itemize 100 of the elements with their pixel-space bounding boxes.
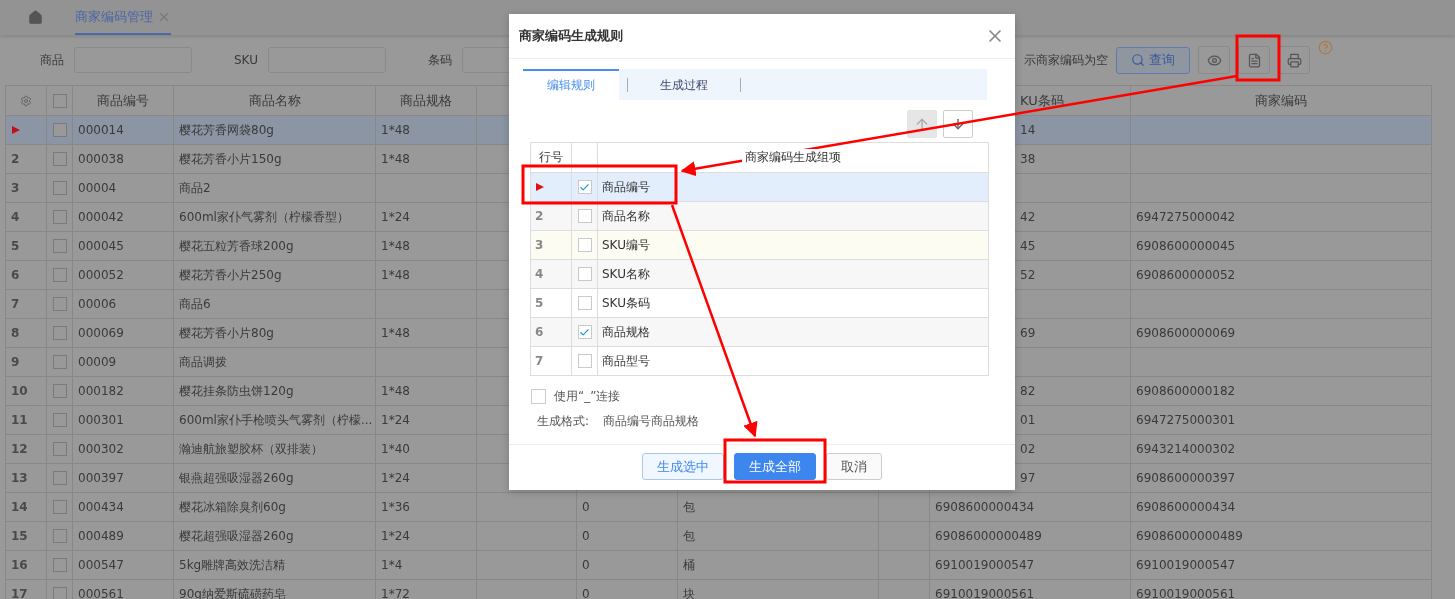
- checkbox[interactable]: [52, 587, 67, 599]
- table-cell: 000397: [78, 471, 124, 485]
- generate-all-button[interactable]: 生成全部: [734, 453, 816, 480]
- row-number: 5: [535, 296, 544, 310]
- table-row[interactable]: 14 000434 樱花冰箱除臭剂60g 1*36 0 包 6908600000434 6908600000434: [6, 493, 1432, 522]
- row-number: 15: [11, 529, 28, 543]
- query-button[interactable]: 查询: [1116, 46, 1190, 74]
- help-icon[interactable]: [1318, 40, 1333, 55]
- document-icon: [1246, 52, 1262, 68]
- row-number: 8: [11, 326, 20, 340]
- table-cell: 52: [1020, 268, 1036, 282]
- table-cell: 00004: [78, 181, 117, 195]
- checkbox[interactable]: [577, 296, 592, 310]
- document-button[interactable]: [1238, 46, 1270, 74]
- row-number: 5: [11, 239, 20, 253]
- checkbox[interactable]: [577, 180, 592, 194]
- row-number: 2: [535, 209, 544, 223]
- table-cell: 00006: [78, 297, 117, 311]
- table-cell: 69086000000489: [935, 529, 1042, 543]
- row-number: 2: [11, 152, 20, 166]
- preview-button[interactable]: [1198, 46, 1230, 74]
- rule-row[interactable]: 商品编号: [531, 173, 989, 202]
- row-number: 13: [11, 471, 28, 485]
- checkbox[interactable]: [52, 326, 67, 340]
- table-cell: 6910019000547: [1136, 558, 1236, 572]
- dialog-tab[interactable]: 生成过程: [636, 69, 732, 100]
- checkbox[interactable]: [52, 355, 67, 369]
- dialog-title: 商家编码生成规则: [519, 27, 623, 45]
- move-down-button[interactable]: [943, 110, 973, 138]
- generate-selected-button[interactable]: 生成选中: [642, 453, 724, 480]
- settings-icon[interactable]: [20, 94, 32, 107]
- table-cell: 1*24: [381, 413, 410, 427]
- checkbox[interactable]: [52, 268, 67, 282]
- rule-row[interactable]: 3 SKU编号: [531, 231, 989, 260]
- table-row[interactable]: 16 000547 5kg雕牌高效洗洁精 1*4 0 桶 6910019000547 6910019000547: [6, 551, 1432, 580]
- cancel-button[interactable]: 取消: [826, 453, 882, 480]
- checkbox[interactable]: [52, 93, 67, 108]
- checkbox[interactable]: [577, 354, 592, 368]
- table-cell: 0: [582, 587, 590, 599]
- table-cell: 樱花芳香网袋80g: [179, 121, 274, 139]
- table-cell: 00009: [78, 355, 117, 369]
- checkbox[interactable]: [577, 238, 592, 252]
- checkbox[interactable]: [577, 209, 592, 223]
- checkbox[interactable]: [52, 471, 67, 485]
- table-cell: 600ml家仆气雾剂（柠檬香型）: [179, 208, 349, 226]
- checkbox[interactable]: [52, 558, 67, 572]
- filter-label: 商品: [40, 51, 64, 69]
- option-label: 示商家编码为空: [1024, 51, 1108, 69]
- table-cell: 块: [683, 585, 695, 599]
- table-cell: 樱花芳香小片150g: [179, 150, 282, 168]
- rule-row[interactable]: 2 商品名称: [531, 202, 989, 231]
- print-icon: [1286, 52, 1302, 68]
- table-cell: 樱花芳香小片250g: [179, 266, 282, 284]
- table-cell: 000182: [78, 384, 124, 398]
- checkbox[interactable]: [52, 123, 67, 137]
- table-row[interactable]: 15 000489 樱花超强吸湿器260g 1*24 0 包 69086000000489 69086000000489: [6, 522, 1432, 551]
- column-header: 商品规格: [400, 91, 452, 110]
- table-cell: 商品型号: [602, 352, 650, 370]
- arrow-up-icon: [914, 116, 930, 132]
- filter-label: SKU: [234, 53, 258, 67]
- table-cell: 6910019000561: [935, 587, 1035, 599]
- checkbox[interactable]: [52, 442, 67, 456]
- rule-row[interactable]: 4 SKU名称: [531, 260, 989, 289]
- checkbox[interactable]: [52, 529, 67, 543]
- table-cell: 包: [683, 498, 695, 516]
- table-cell: 1*40: [381, 442, 410, 456]
- table-cell: 6910019000561: [1136, 587, 1236, 599]
- checkbox[interactable]: [531, 389, 546, 404]
- rule-row[interactable]: 5 SKU条码: [531, 289, 989, 318]
- table-cell: 6947275000301: [1136, 413, 1236, 427]
- checkbox[interactable]: [52, 500, 67, 514]
- table-cell: 商品名称: [602, 207, 650, 225]
- table-cell: 6908600000434: [1136, 500, 1236, 514]
- checkbox[interactable]: [52, 152, 67, 166]
- checkbox[interactable]: [52, 384, 67, 398]
- checkbox[interactable]: [52, 413, 67, 427]
- table-cell: 1*24: [381, 210, 410, 224]
- dialog-tab[interactable]: 编辑规则: [523, 69, 619, 100]
- search-icon: [1131, 53, 1145, 67]
- rule-row[interactable]: 7 商品型号: [531, 347, 989, 376]
- checkbox[interactable]: [52, 297, 67, 311]
- row-number: 10: [11, 384, 28, 398]
- table-cell: 银燕超强吸湿器260g: [179, 469, 294, 487]
- table-cell: 包: [683, 527, 695, 545]
- checkbox[interactable]: [52, 239, 67, 253]
- row-number: 16: [11, 558, 28, 572]
- checkbox[interactable]: [577, 267, 592, 281]
- checkbox[interactable]: [52, 181, 67, 195]
- table-cell: 000052: [78, 268, 124, 282]
- checkbox[interactable]: [52, 210, 67, 224]
- table-cell: 樱花超强吸湿器260g: [179, 527, 294, 545]
- format-value: 商品编号商品规格: [603, 413, 700, 430]
- row-number: 9: [11, 355, 20, 369]
- table-cell: 000434: [78, 500, 124, 514]
- table-cell: 42: [1020, 210, 1036, 224]
- row-number: 12: [11, 442, 28, 456]
- checkbox[interactable]: [577, 325, 592, 339]
- table-cell: 6908600000182: [1136, 384, 1236, 398]
- table-cell: 69086000000489: [1136, 529, 1243, 543]
- rule-row[interactable]: 6 商品规格: [531, 318, 989, 347]
